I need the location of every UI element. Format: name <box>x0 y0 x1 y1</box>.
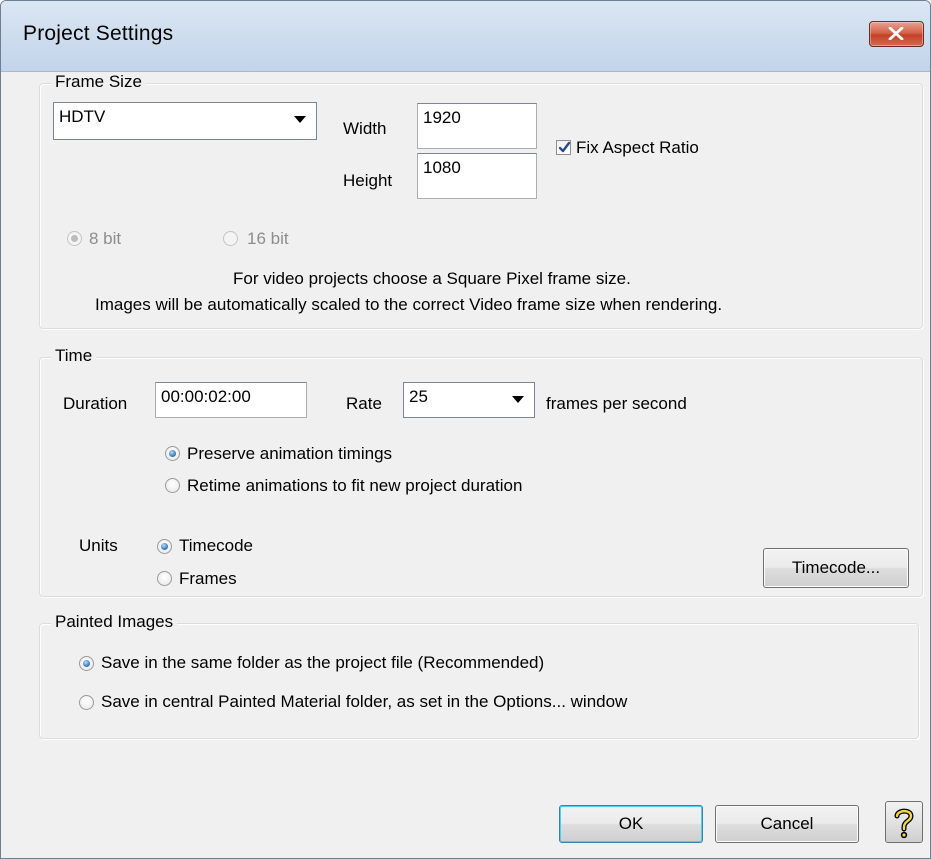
rate-value: 25 <box>409 387 428 406</box>
units-frames-label: Frames <box>179 569 237 588</box>
frame-size-preset-value: HDTV <box>59 107 106 126</box>
cancel-button[interactable]: Cancel <box>715 805 859 843</box>
bit8-radio[interactable] <box>67 231 82 246</box>
window-title: Project Settings <box>23 22 174 45</box>
timecode-button-label: Timecode... <box>791 558 881 577</box>
bit8-label: 8 bit <box>89 229 122 248</box>
help-button[interactable] <box>885 801 923 843</box>
duration-label: Duration <box>63 394 128 413</box>
painted-images-group <box>39 623 919 739</box>
preserve-timings-radio[interactable] <box>165 446 180 461</box>
cancel-button-label: Cancel <box>760 814 814 833</box>
height-label: Height <box>343 171 393 190</box>
fix-aspect-ratio-label: Fix Aspect Ratio <box>576 138 699 157</box>
units-timecode-label: Timecode <box>179 536 254 555</box>
retime-animations-radio[interactable] <box>165 478 180 493</box>
save-central-folder-label: Save in central Painted Material folder,… <box>101 692 628 711</box>
chevron-down-icon <box>294 116 306 123</box>
ok-button[interactable]: OK <box>559 805 703 843</box>
duration-value: 00:00:02:00 <box>161 387 251 406</box>
project-settings-dialog: Project Settings Frame Size HDTV Width 1… <box>0 0 931 859</box>
height-value: 1080 <box>423 158 461 177</box>
save-central-folder-radio[interactable] <box>79 695 94 710</box>
duration-input[interactable]: 00:00:02:00 <box>155 382 307 418</box>
width-value: 1920 <box>423 108 461 127</box>
close-icon <box>888 27 904 40</box>
retime-animations-label: Retime animations to fit new project dur… <box>187 476 523 495</box>
bit16-label: 16 bit <box>247 229 289 248</box>
save-same-folder-label: Save in the same folder as the project f… <box>101 653 545 672</box>
frame-size-info-line2: Images will be automatically scaled to t… <box>95 295 723 314</box>
chevron-down-icon <box>512 396 524 403</box>
frame-size-label: Frame Size <box>51 72 146 92</box>
save-same-folder-radio[interactable] <box>79 656 94 671</box>
rate-label: Rate <box>346 394 382 413</box>
units-timecode-radio[interactable] <box>157 539 172 554</box>
painted-images-label: Painted Images <box>51 612 178 632</box>
width-label: Width <box>343 119 387 138</box>
bit16-radio[interactable] <box>223 231 238 246</box>
preserve-timings-label: Preserve animation timings <box>187 444 393 463</box>
rate-suffix: frames per second <box>546 394 687 413</box>
check-icon <box>558 141 571 153</box>
units-label: Units <box>79 536 118 555</box>
frame-size-preset-select[interactable]: HDTV <box>53 102 317 140</box>
help-icon <box>894 808 914 839</box>
frame-size-info-line1: For video projects choose a Square Pixel… <box>233 269 631 288</box>
width-input[interactable]: 1920 <box>417 103 537 149</box>
ok-button-label: OK <box>618 814 644 833</box>
title-bar[interactable]: Project Settings <box>1 1 930 72</box>
units-frames-radio[interactable] <box>157 571 172 586</box>
rate-select[interactable]: 25 <box>403 382 535 418</box>
height-input[interactable]: 1080 <box>417 153 537 199</box>
close-button[interactable] <box>869 21 924 47</box>
timecode-button[interactable]: Timecode... <box>763 548 909 588</box>
fix-aspect-ratio-checkbox[interactable] <box>556 140 571 155</box>
time-label: Time <box>51 346 97 366</box>
